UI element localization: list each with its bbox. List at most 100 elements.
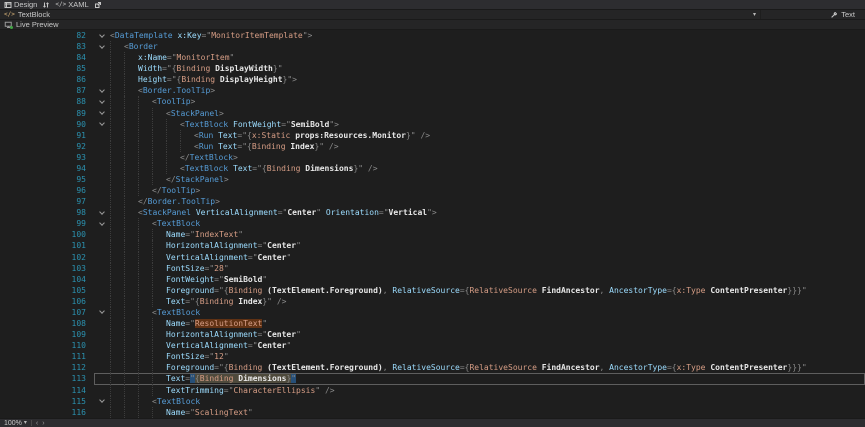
code-line: 93</TextBlock>	[0, 152, 865, 163]
indent-guide	[138, 307, 139, 318]
code-line: 88<ToolTip>	[0, 96, 865, 107]
fold-chevron-icon[interactable]	[99, 309, 105, 315]
code-token: TextBlock	[157, 308, 200, 317]
indent-guide	[110, 351, 111, 362]
line-number: 83	[0, 41, 94, 52]
xaml-editor-window: Design </> XAML </> TextBlock ▾	[0, 0, 865, 427]
scroll-left-icon[interactable]: ‹	[36, 420, 38, 427]
indent-guide	[124, 263, 125, 274]
fold-chevron-icon[interactable]	[99, 32, 105, 38]
fold-margin	[94, 385, 110, 396]
line-number: 90	[0, 119, 94, 130]
indent-guide	[138, 318, 139, 329]
indent-guide	[138, 396, 139, 407]
tab-design[interactable]: Design	[4, 0, 37, 9]
live-preview-bar[interactable]: Live Preview	[0, 20, 865, 30]
indent-guide	[152, 252, 153, 263]
indent-guide	[110, 196, 111, 207]
swap-panes-button[interactable]	[42, 1, 50, 9]
code-token: TextBlock	[190, 153, 233, 162]
indent-guide	[166, 141, 167, 152]
fold-margin[interactable]	[94, 307, 110, 318]
scroll-right-icon[interactable]: ›	[42, 420, 44, 427]
fold-margin[interactable]	[94, 396, 110, 407]
code-token: Text	[218, 142, 237, 151]
fold-chevron-icon[interactable]	[99, 43, 105, 49]
code-token: />	[277, 297, 287, 306]
fold-margin	[94, 340, 110, 351]
fold-margin	[94, 407, 110, 418]
code-line: 103FontSize="28"	[0, 263, 865, 274]
indent-guide	[138, 174, 139, 185]
code-line: 98<StackPanel VerticalAlignment="Center"…	[0, 207, 865, 218]
code-token: >	[219, 109, 224, 118]
code-token: Binding	[177, 64, 216, 73]
navigation-bar: </> TextBlock ▾ Text	[0, 10, 865, 20]
line-number: 101	[0, 240, 94, 251]
fold-margin[interactable]	[94, 30, 110, 41]
fold-margin[interactable]	[94, 119, 110, 130]
code-line: 94<TextBlock Text="{Binding Dimensions}"…	[0, 163, 865, 174]
code-line-body: HorizontalAlignment="Center"	[94, 240, 865, 251]
fold-chevron-icon[interactable]	[99, 220, 105, 226]
line-number: 114	[0, 385, 94, 396]
fold-chevron-icon[interactable]	[99, 397, 105, 403]
indent-guide	[166, 119, 167, 130]
fold-chevron-icon[interactable]	[99, 109, 105, 115]
member-dropdown[interactable]: Text	[760, 10, 865, 19]
fold-margin[interactable]	[94, 108, 110, 119]
fold-margin	[94, 252, 110, 263]
fold-margin[interactable]	[94, 218, 110, 229]
code-token: Binding	[229, 363, 268, 372]
fold-chevron-icon[interactable]	[99, 87, 105, 93]
code-line: 107<TextBlock	[0, 307, 865, 318]
code-token: ">	[427, 208, 437, 217]
code-area[interactable]: 82<DataTemplate x:Key="MonitorItemTempla…	[0, 30, 865, 418]
indent-guide	[138, 163, 139, 174]
line-number: 102	[0, 252, 94, 263]
view-switcher-bar: Design </> XAML	[0, 0, 865, 10]
fold-margin	[94, 174, 110, 185]
indent-guide	[180, 130, 181, 141]
code-line-body: <DataTemplate x:Key="MonitorItemTemplate…	[94, 30, 865, 41]
fold-margin	[94, 52, 110, 63]
fold-margin[interactable]	[94, 85, 110, 96]
code-token: ContentPresenter	[710, 363, 787, 372]
indent-guide	[110, 263, 111, 274]
code-token: Foreground	[166, 363, 214, 372]
tab-xaml[interactable]: </> XAML	[55, 0, 88, 9]
code-line: 95</StackPanel>	[0, 174, 865, 185]
fold-chevron-icon[interactable]	[99, 209, 105, 215]
fold-margin[interactable]	[94, 207, 110, 218]
code-token: ,	[383, 363, 393, 372]
code-token: FindAncestor	[542, 286, 600, 295]
popout-button[interactable]	[94, 1, 102, 9]
element-dropdown-chevron-icon[interactable]: ▾	[753, 12, 756, 18]
code-token: ">	[329, 120, 339, 129]
fold-chevron-icon[interactable]	[99, 120, 105, 126]
element-dropdown[interactable]: </> TextBlock ▾	[0, 10, 760, 19]
fold-margin	[94, 185, 110, 196]
code-token: TextBlock	[185, 120, 228, 129]
code-token: "	[296, 241, 301, 250]
indent-guide	[152, 373, 153, 384]
code-token: HorizontalAlignment	[166, 241, 258, 250]
code-line-body: <StackPanel VerticalAlignment="Center" O…	[94, 207, 865, 218]
fold-chevron-icon[interactable]	[99, 98, 105, 104]
indent-guide	[124, 252, 125, 263]
fold-margin	[94, 318, 110, 329]
line-number: 112	[0, 362, 94, 373]
zoom-control[interactable]: 100% ▾	[4, 420, 27, 427]
indent-guide	[110, 119, 111, 130]
line-number: 106	[0, 296, 94, 307]
swap-panes-icon	[42, 1, 50, 9]
fold-margin[interactable]	[94, 41, 110, 52]
code-token: }"	[314, 142, 324, 151]
indent-guide	[110, 274, 111, 285]
live-indicator-dot	[10, 26, 13, 29]
indent-guide	[138, 96, 139, 107]
fold-margin	[94, 263, 110, 274]
code-line-body: FontSize="12"	[94, 351, 865, 362]
indent-guide	[124, 52, 125, 63]
fold-margin[interactable]	[94, 96, 110, 107]
